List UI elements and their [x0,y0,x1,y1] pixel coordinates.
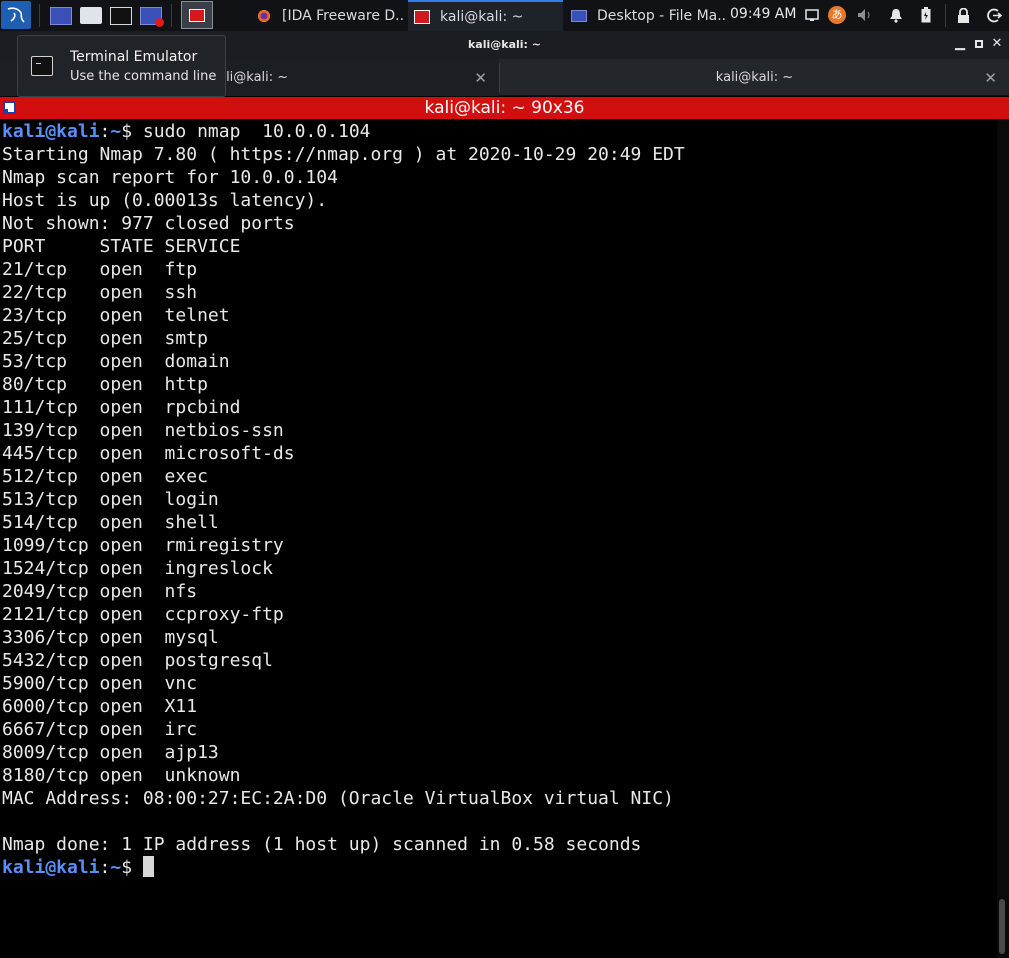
top-panel: [IDA Freeware D... kali@kali: ~ Desktop … [0,0,1009,31]
command-text: sudo nmap 10.0.0.104 [132,121,371,142]
output-line: Nmap done: 1 IP address (1 host up) scan… [2,834,642,855]
text-cursor [142,856,154,877]
show-desktop-icon[interactable] [181,1,213,29]
terminal-scrollbar[interactable] [997,119,1009,958]
output-line: 139/tcp open netbios-ssn [2,420,284,441]
panel-separator [39,4,40,27]
tooltip-title: Terminal Emulator [70,49,198,65]
prompt-user: kali@kali [2,857,100,878]
prompt-path: ~ [110,121,122,142]
output-line: 5900/tcp open vnc [2,673,198,694]
taskbar-item-label: kali@kali: ~ [440,8,524,25]
notifications-icon[interactable] [887,6,905,24]
file-manager-icon[interactable] [78,3,104,28]
output-line: MAC Address: 08:00:27:EC:2A:D0 (Oracle V… [2,788,674,809]
tooltip-description: Use the command line [70,69,217,84]
maximize-icon[interactable] [972,37,986,51]
terminal-output[interactable]: kali@kali:~$ sudo nmap 10.0.0.104 Starti… [0,119,997,958]
output-line: 514/tcp open shell [2,512,219,533]
output-line: Nmap scan report for 10.0.0.104 [2,167,338,188]
output-line: 6000/tcp open X11 [2,696,198,717]
battery-icon[interactable] [917,6,935,24]
output-line: 2121/tcp open ccproxy-ftp [2,604,284,625]
terminal-header: kali@kali: ~ 90x36 [0,97,1009,119]
output-line: Not shown: 977 closed ports [2,213,295,234]
terminal-emulator-icon [31,56,53,76]
output-line: 3306/tcp open mysql [2,627,219,648]
prompt-dollar: $ [121,857,133,878]
command-output: Starting Nmap 7.80 ( https://nmap.org ) … [2,143,997,856]
terminal-icon [414,9,430,24]
output-line: 1099/tcp open rmiregistry [2,535,284,556]
output-line: 21/tcp open ftp [2,259,198,280]
tab-label: kali@kali: ~ [715,70,794,85]
prompt-dollar: $ [121,121,133,142]
terminal-header-title: kali@kali: ~ 90x36 [424,98,585,118]
output-line: 53/tcp open domain [2,351,230,372]
output-line: 512/tcp open exec [2,466,208,487]
kali-menu-icon[interactable] [1,1,31,29]
output-line: 2049/tcp open nfs [2,581,198,602]
taskbar-item-label: [IDA Freeware D... [282,7,405,24]
taskbar-item-file-manager[interactable]: Desktop - File Ma... [565,0,725,31]
tab-terminal-2[interactable]: kali@kali: ~ ✕ [500,59,1009,96]
output-line: 111/tcp open rpcbind [2,397,241,418]
prompt-user: kali@kali [2,121,100,142]
command-line: kali@kali:~$ sudo nmap 10.0.0.104 [2,120,997,143]
prompt-path: ~ [110,857,122,878]
output-line: 6667/tcp open irc [2,719,198,740]
input-method-icon[interactable]: あ [828,6,846,24]
prompt-separator: : [99,857,111,878]
logout-icon[interactable] [985,6,1003,24]
panel-separator [171,4,172,27]
taskbar-item-ida[interactable]: [IDA Freeware D... [250,0,405,31]
output-line: 80/tcp open http [2,374,208,395]
minimize-icon[interactable]: ▁ [953,37,967,51]
output-line: 445/tcp open microsoft-ds [2,443,295,464]
terminal-launcher-icon[interactable] [108,3,134,28]
output-line: 25/tcp open smtp [2,328,208,349]
output-line: 1524/tcp open ingreslock [2,558,273,579]
close-icon[interactable]: ✕ [990,37,1004,51]
scrollbar-thumb[interactable] [999,899,1005,954]
firefox-icon [257,9,271,22]
taskbar-item-label: Desktop - File Ma... [597,7,725,24]
screen-recorder-icon[interactable] [138,3,164,28]
screenshot-icon[interactable] [803,6,821,24]
tab-close-icon[interactable]: ✕ [984,69,997,87]
workspace-icon[interactable] [48,3,74,28]
output-line: 513/tcp open login [2,489,219,510]
prompt-separator: : [99,121,111,142]
output-line: 22/tcp open ssh [2,282,198,303]
output-line: Starting Nmap 7.80 ( https://nmap.org ) … [2,144,685,165]
output-line: Host is up (0.00013s latency). [2,190,328,211]
output-line: 23/tcp open telnet [2,305,230,326]
clock[interactable]: 09:49 AM [730,6,796,22]
launcher-tooltip: Terminal Emulator Use the command line [17,35,226,97]
output-line: PORT STATE SERVICE [2,236,241,257]
folder-icon [571,9,587,22]
taskbar-item-terminal[interactable]: kali@kali: ~ [408,0,563,31]
output-line: 5432/tcp open postgresql [2,650,273,671]
volume-icon[interactable] [856,6,874,24]
lock-icon[interactable] [954,6,972,24]
active-prompt-line[interactable]: kali@kali:~$ [2,856,997,879]
output-line: 8009/tcp open ajp13 [2,742,219,763]
tab-close-icon[interactable]: ✕ [474,69,487,87]
panel-separator [945,4,946,27]
output-line: 8180/tcp open unknown [2,765,241,786]
